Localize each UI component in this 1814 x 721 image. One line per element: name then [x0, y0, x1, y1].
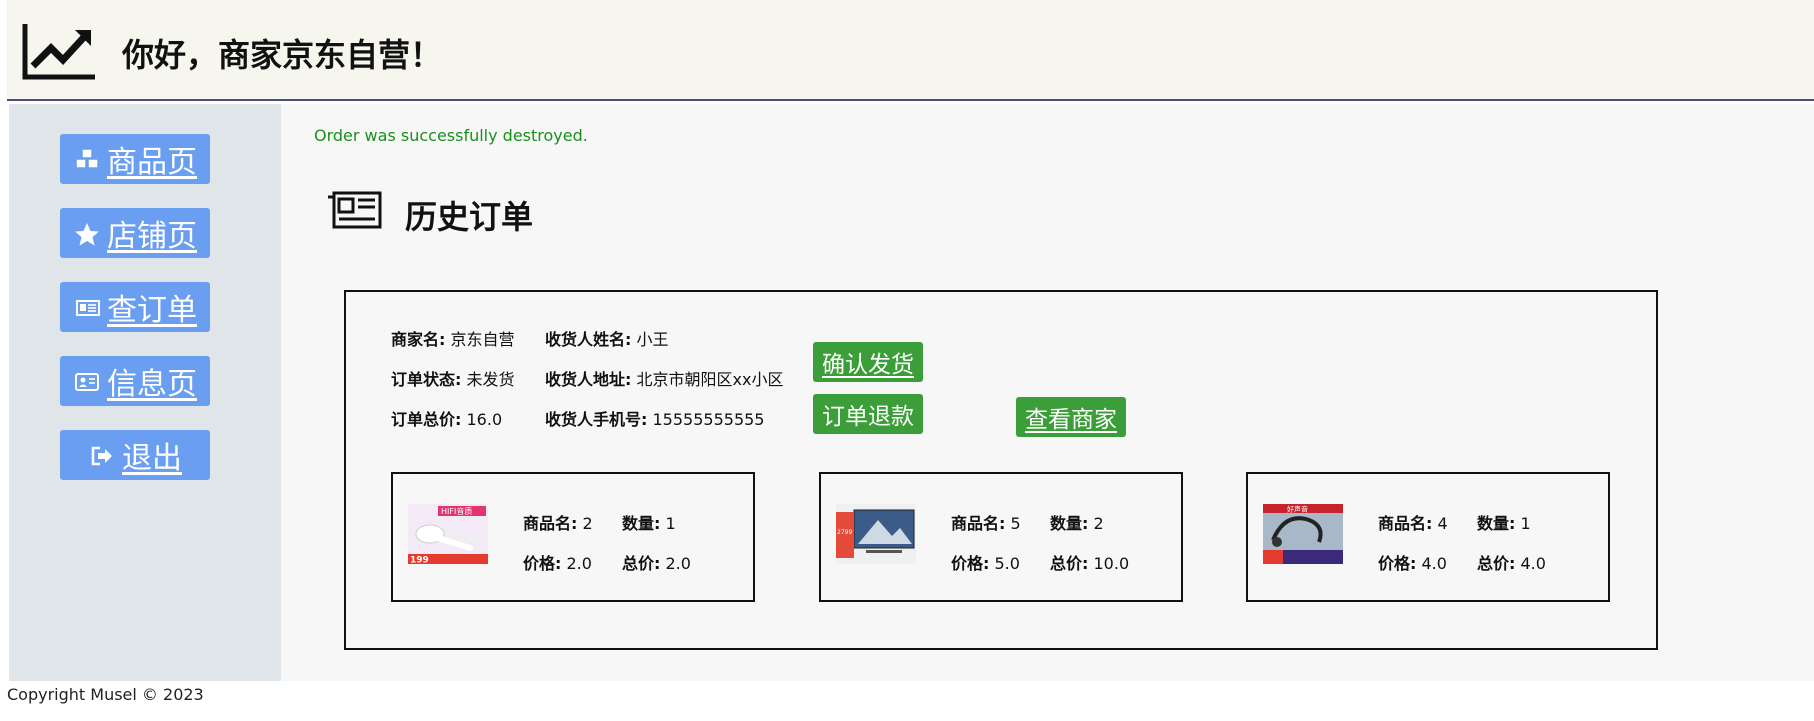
address-label: 收货人地址: [545, 370, 632, 389]
item-name-label: 商品名: [1378, 514, 1433, 533]
order-status: 订单状态: 未发货 [391, 366, 515, 390]
merchant-value: 京东自营 [450, 330, 515, 349]
thumb-price-text: 199 [410, 556, 429, 565]
sidebar-item-shop[interactable]: 店铺页 [60, 208, 210, 258]
item-subtotal: 总价: 4.0 [1477, 550, 1546, 574]
item-name: 商品名: 4 [1378, 510, 1448, 534]
receiver-value: 小王 [636, 330, 669, 349]
item-quantity-label: 数量: [1050, 514, 1089, 533]
order-card: 商家名: 京东自营 订单状态: 未发货 订单总价: 16.0 收货人姓名: 小王… [344, 290, 1658, 650]
item-price-value: 4.0 [1421, 554, 1447, 573]
receiver-label: 收货人姓名: [545, 330, 632, 349]
sidebar-item-label: 商品页 [107, 145, 197, 180]
item-price-value: 2.0 [566, 554, 592, 573]
thumb-banner-text: 好声音 [1287, 505, 1308, 514]
item-name-value: 2 [582, 514, 593, 533]
total-value: 16.0 [466, 410, 503, 429]
id-card-icon [73, 368, 101, 394]
receiver-name: 收货人姓名: 小王 [545, 326, 669, 350]
order-item: 好声音 商品名: 4 数量: 1 价格: 4.0 总价: 4.0 [1246, 472, 1610, 602]
sidebar-item-logout[interactable]: 退出 [60, 430, 210, 480]
product-thumbnail[interactable]: 好声音 [1263, 504, 1343, 564]
sidebar-item-orders[interactable]: 查订单 [60, 282, 210, 332]
confirm-shipment-button[interactable]: 确认发货 [813, 342, 923, 382]
item-price-label: 价格: [1378, 554, 1417, 573]
thumb-banner-text: HIFI音质 [441, 506, 472, 516]
receiver-phone: 收货人手机号: 15555555555 [545, 406, 764, 430]
thumb-price-text: 2799 [837, 529, 852, 536]
sidebar-item-label: 查订单 [107, 293, 197, 328]
sidebar: 商品页 店铺页 查订单 信息页 退出 [9, 104, 281, 681]
footer-copyright: Copyright Musel © 2023 [7, 685, 204, 704]
status-label: 订单状态: [391, 370, 462, 389]
item-subtotal-label: 总价: [622, 554, 661, 573]
sidebar-item-label: 信息页 [107, 367, 197, 402]
item-subtotal-label: 总价: [1050, 554, 1089, 573]
status-value: 未发货 [466, 370, 515, 389]
receiver-address: 收货人地址: 北京市朝阳区xx小区 [545, 366, 783, 390]
item-quantity: 数量: 1 [1477, 510, 1531, 534]
sidebar-item-label: 退出 [122, 441, 182, 476]
merchant-label: 商家名: [391, 330, 446, 349]
item-quantity-value: 1 [665, 514, 676, 533]
newspaper-icon [73, 294, 101, 320]
main-content: Order was successfully destroyed. 历史订单 商… [281, 104, 1814, 681]
product-thumbnail[interactable]: 2799 [836, 504, 916, 564]
item-name: 商品名: 2 [523, 510, 593, 534]
order-item: 2799 商品名: 5 数量: 2 价格: 5.0 总价: 10.0 [819, 472, 1183, 602]
flash-notice: Order was successfully destroyed. [314, 126, 588, 145]
item-price: 价格: 5.0 [951, 550, 1020, 574]
item-name-value: 5 [1010, 514, 1021, 533]
item-subtotal-label: 总价: [1477, 554, 1516, 573]
item-subtotal: 总价: 2.0 [622, 550, 691, 574]
item-price-label: 价格: [951, 554, 990, 573]
item-quantity-label: 数量: [1477, 514, 1516, 533]
sidebar-item-info[interactable]: 信息页 [60, 356, 210, 406]
item-quantity-label: 数量: [622, 514, 661, 533]
star-icon [73, 220, 101, 246]
address-value: 北京市朝阳区xx小区 [636, 370, 784, 389]
item-price-value: 5.0 [994, 554, 1020, 573]
chart-line-icon [19, 22, 99, 82]
newspaper-icon [326, 189, 382, 233]
product-thumbnail[interactable]: HIFI音质 199 [408, 504, 488, 564]
confirm-shipment-label: 确认发货 [822, 352, 914, 378]
view-merchant-label: 查看商家 [1025, 407, 1117, 433]
merchant-name: 商家名: 京东自营 [391, 326, 515, 350]
total-label: 订单总价: [391, 410, 462, 429]
sidebar-item-label: 店铺页 [107, 219, 197, 254]
page-header: 你好，商家京东自营！ [7, 0, 1814, 101]
sign-out-icon [88, 442, 116, 468]
item-subtotal-value: 2.0 [665, 554, 691, 573]
item-name-label: 商品名: [951, 514, 1006, 533]
item-subtotal-value: 4.0 [1520, 554, 1546, 573]
item-name-label: 商品名: [523, 514, 578, 533]
order-total: 订单总价: 16.0 [391, 406, 502, 430]
cubes-icon [73, 146, 101, 172]
item-price: 价格: 4.0 [1378, 550, 1447, 574]
item-name: 商品名: 5 [951, 510, 1021, 534]
item-price-label: 价格: [523, 554, 562, 573]
item-quantity: 数量: 2 [1050, 510, 1104, 534]
phone-value: 15555555555 [652, 410, 765, 429]
greeting-title: 你好，商家京东自营！ [122, 36, 443, 74]
item-quantity-value: 2 [1093, 514, 1104, 533]
refund-order-label: 订单退款 [822, 404, 914, 430]
item-quantity-value: 1 [1520, 514, 1531, 533]
page-title: 历史订单 [405, 198, 534, 236]
item-subtotal: 总价: 10.0 [1050, 550, 1129, 574]
item-quantity: 数量: 1 [622, 510, 676, 534]
item-subtotal-value: 10.0 [1093, 554, 1130, 573]
refund-order-button[interactable]: 订单退款 [813, 394, 923, 434]
item-name-value: 4 [1437, 514, 1448, 533]
phone-label: 收货人手机号: [545, 410, 648, 429]
order-item: HIFI音质 199 商品名: 2 数量: 1 价格: 2.0 总价: 2.0 [391, 472, 755, 602]
view-merchant-button[interactable]: 查看商家 [1016, 397, 1126, 437]
item-price: 价格: 2.0 [523, 550, 592, 574]
sidebar-item-products[interactable]: 商品页 [60, 134, 210, 184]
